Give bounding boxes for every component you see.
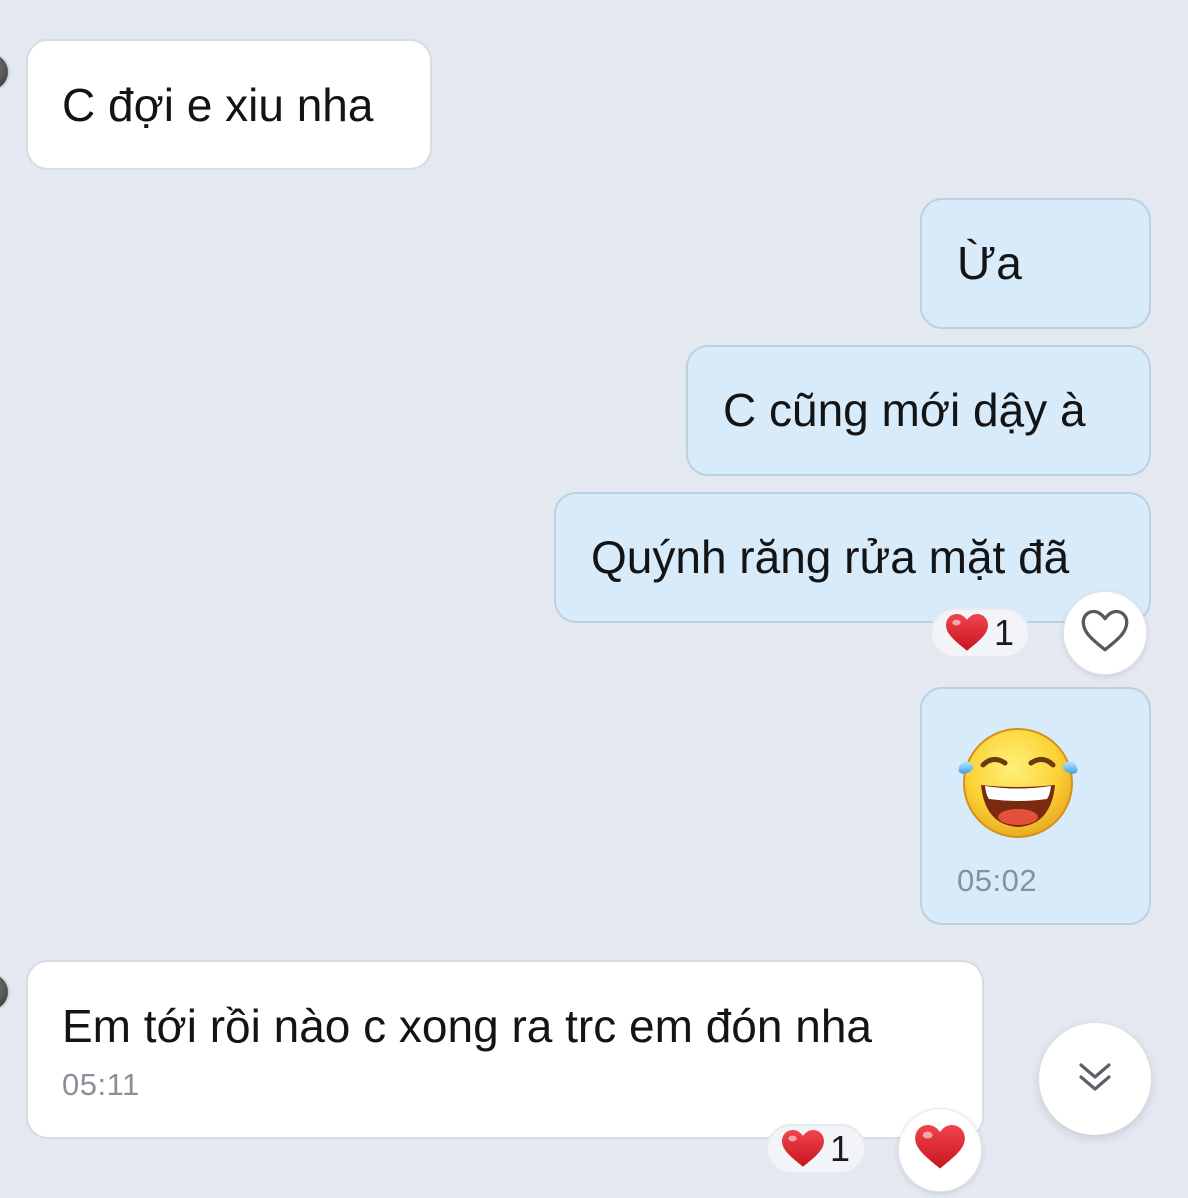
reaction-count: 1 [994,612,1015,653]
chevron-double-down-icon [1075,1057,1115,1102]
message-text: Quýnh răng rửa mặt đã [591,531,1070,583]
heart-icon [946,614,988,652]
message-timestamp: 05:02 [957,863,1038,898]
avatar[interactable] [0,52,10,92]
message-bubble-outgoing[interactable]: Quýnh răng rửa mặt đã [554,492,1151,623]
message-timestamp: 05:11 [62,1066,140,1102]
heart-icon [915,1125,965,1175]
message-bubble-outgoing[interactable]: C cũng mới dậy à [686,345,1151,476]
reaction-count: 1 [830,1128,851,1169]
laughing-tears-emoji-icon [955,725,1081,851]
reaction-summary[interactable]: 1 [766,1124,867,1174]
reaction-summary[interactable]: 1 [930,608,1031,658]
react-button[interactable] [1063,591,1147,675]
message-bubble-incoming[interactable]: C đợi e xiu nha [26,39,432,170]
scroll-to-bottom-button[interactable] [1039,1023,1151,1135]
react-button[interactable] [898,1108,982,1192]
message-text: Em tới rồi nào c xong ra trc em đón nha [62,1000,872,1052]
heart-outline-icon [1081,609,1129,658]
heart-icon [782,1130,824,1168]
message-bubble-outgoing[interactable]: 05:02 [920,687,1151,925]
chat-conversation[interactable]: C đợi e xiu nha Ừa C cũng mới dậy à Quýn… [0,0,1188,1198]
message-text: C cũng mới dậy à [723,384,1086,436]
message-text: Ừa [957,237,1022,289]
message-bubble-outgoing[interactable]: Ừa [920,198,1151,329]
avatar[interactable] [0,972,10,1012]
message-bubble-incoming[interactable]: Em tới rồi nào c xong ra trc em đón nha … [26,960,984,1139]
message-text: C đợi e xiu nha [62,79,374,131]
